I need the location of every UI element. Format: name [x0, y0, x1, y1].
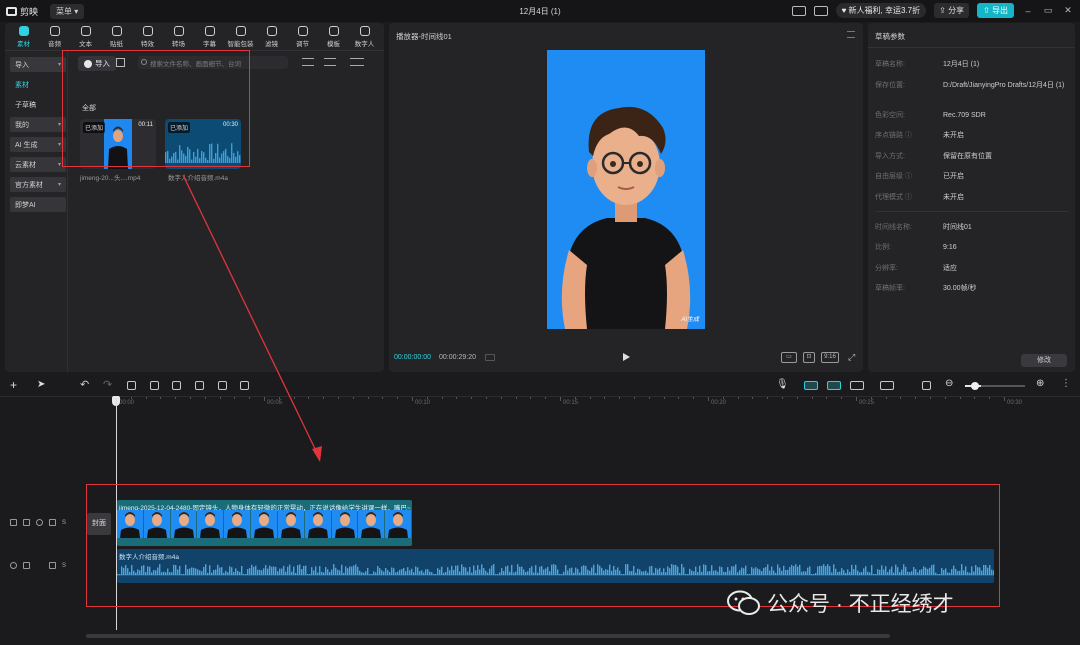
app-window: 剪映 菜单 ▾ 12月4日 (1) ♥ 新人福利, 幸运3.7折 ⇪ 分享 ⇧ … — [0, 0, 1080, 645]
annotation-arrow — [182, 174, 322, 462]
wechat-logo-icon — [727, 590, 761, 616]
wechat-watermark: 公众号 · 不正经绣才 — [727, 588, 954, 618]
watermark-text: 公众号 · 不正经绣才 — [767, 593, 954, 616]
